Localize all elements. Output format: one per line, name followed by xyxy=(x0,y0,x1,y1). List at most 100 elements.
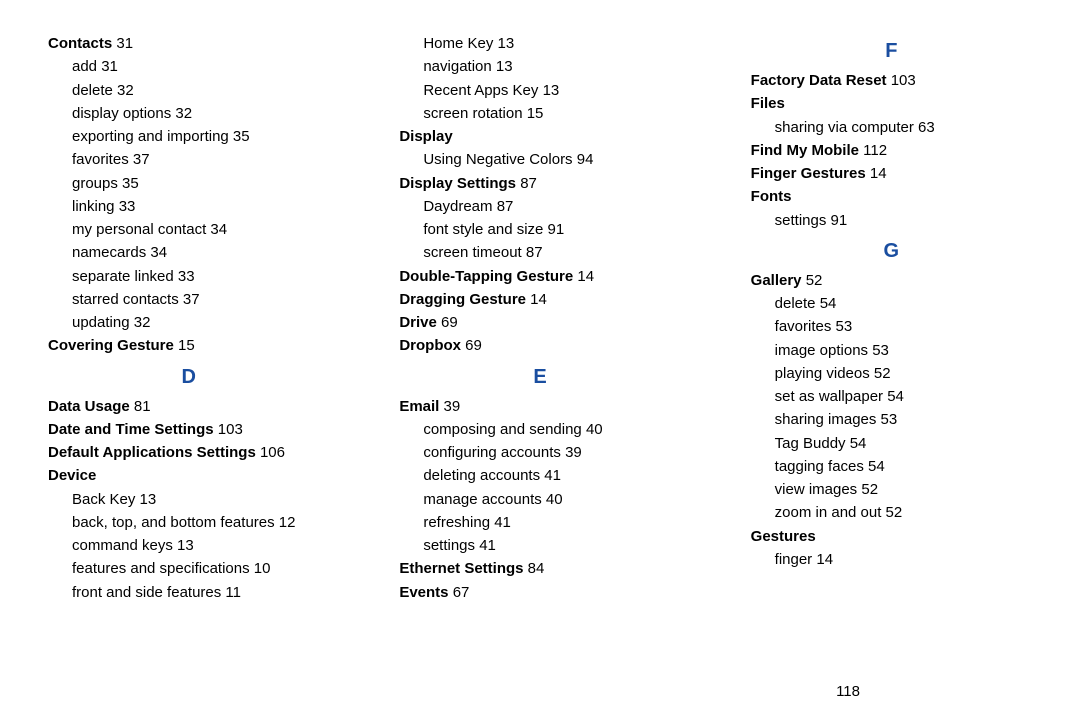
index-subentry: starred contacts 37 xyxy=(72,288,329,311)
index-subentry: namecards 34 xyxy=(72,241,329,264)
entry-page: 103 xyxy=(214,421,243,438)
index-subentry: refreshing 41 xyxy=(423,511,680,534)
entry-page: 69 xyxy=(461,337,482,354)
entry-term: Find My Mobile xyxy=(751,142,859,159)
section-letter: F xyxy=(751,36,1032,67)
entry-term: Display Settings xyxy=(399,175,516,192)
index-subentry: front and side features 11 xyxy=(72,581,329,604)
index-subentry: features and specifications 10 xyxy=(72,557,329,580)
index-subentry: set as wallpaper 54 xyxy=(775,385,1032,408)
entry-page: 112 xyxy=(859,142,887,159)
entry-term: Drive xyxy=(399,314,437,331)
index-subentry: delete 54 xyxy=(775,292,1032,315)
index-entry: Files xyxy=(751,92,1032,115)
index-subentry: delete 32 xyxy=(72,79,329,102)
entry-page: 31 xyxy=(112,35,133,52)
index-subentry: Daydream 87 xyxy=(423,195,680,218)
entry-page: 81 xyxy=(130,398,151,415)
index-entry: Fonts xyxy=(751,185,1032,208)
entry-page: 103 xyxy=(887,72,916,89)
index-subentry: image options 53 xyxy=(775,339,1032,362)
entry-term: Gestures xyxy=(751,528,816,545)
entry-term: Data Usage xyxy=(48,398,130,415)
index-entry: Default Applications Settings 106 xyxy=(48,441,329,464)
entry-term: Gallery xyxy=(751,272,802,289)
entry-term: Covering Gesture xyxy=(48,337,174,354)
section-letter: E xyxy=(399,362,680,393)
entry-term: Double-Tapping Gesture xyxy=(399,268,573,285)
entry-term: Events xyxy=(399,584,448,601)
entry-term: Fonts xyxy=(751,188,792,205)
index-subentry: Using Negative Colors 94 xyxy=(423,148,680,171)
index-subentry: groups 35 xyxy=(72,172,329,195)
index-entry: Covering Gesture 15 xyxy=(48,334,329,357)
index-subentry: manage accounts 40 xyxy=(423,488,680,511)
index-entry: Gestures xyxy=(751,525,1032,548)
index-subentry: font style and size 91 xyxy=(423,218,680,241)
index-subentry: settings 41 xyxy=(423,534,680,557)
index-entry: Date and Time Settings 103 xyxy=(48,418,329,441)
index-entry: Dragging Gesture 14 xyxy=(399,288,680,311)
entry-term: Files xyxy=(751,95,785,112)
index-entry: Gallery 52 xyxy=(751,269,1032,292)
index-entry: Events 67 xyxy=(399,581,680,604)
index-entry: Display xyxy=(399,125,680,148)
index-subentry: add 31 xyxy=(72,55,329,78)
column-3: F Factory Data Reset 103 Files sharing via … xyxy=(751,32,1032,604)
index-subentry: favorites 37 xyxy=(72,148,329,171)
index-subentry: display options 32 xyxy=(72,102,329,125)
index-entry: Find My Mobile 112 xyxy=(751,139,1032,162)
entry-page: 14 xyxy=(573,268,594,285)
section-letter: G xyxy=(751,236,1032,267)
index-entry: Email 39 xyxy=(399,395,680,418)
index-subentry: zoom in and out 52 xyxy=(775,501,1032,524)
entry-page: 106 xyxy=(256,444,285,461)
entry-term: Email xyxy=(399,398,439,415)
index-subentry: sharing via computer 63 xyxy=(775,116,1032,139)
entry-page: 84 xyxy=(524,560,545,577)
entry-page: 69 xyxy=(437,314,458,331)
index-subentry: Tag Buddy 54 xyxy=(775,432,1032,455)
index-subentry: linking 33 xyxy=(72,195,329,218)
entry-page: 15 xyxy=(174,337,195,354)
index-subentry: configuring accounts 39 xyxy=(423,441,680,464)
index-entry: Contacts 31 xyxy=(48,32,329,55)
index-entry: Double-Tapping Gesture 14 xyxy=(399,265,680,288)
index-subentry: updating 32 xyxy=(72,311,329,334)
entry-term: Ethernet Settings xyxy=(399,560,523,577)
entry-page: 14 xyxy=(526,291,547,308)
index-subentry: favorites 53 xyxy=(775,315,1032,338)
entry-term: Dragging Gesture xyxy=(399,291,526,308)
index-subentry: sharing images 53 xyxy=(775,408,1032,431)
entry-term: Date and Time Settings xyxy=(48,421,214,438)
entry-term: Dropbox xyxy=(399,337,461,354)
entry-page: 67 xyxy=(449,584,470,601)
entry-term: Finger Gestures xyxy=(751,165,866,182)
index-subentry: screen rotation 15 xyxy=(423,102,680,125)
index-subentry: command keys 13 xyxy=(72,534,329,557)
index-subentry: Back Key 13 xyxy=(72,488,329,511)
index-entry: Finger Gestures 14 xyxy=(751,162,1032,185)
entry-page: 87 xyxy=(516,175,537,192)
index-entry: Dropbox 69 xyxy=(399,334,680,357)
entry-term: Factory Data Reset xyxy=(751,72,887,89)
page-number: 118 xyxy=(836,683,860,700)
index-subentry: playing videos 52 xyxy=(775,362,1032,385)
index-subentry: Recent Apps Key 13 xyxy=(423,79,680,102)
entry-term: Default Applications Settings xyxy=(48,444,256,461)
column-2: Home Key 13navigation 13Recent Apps Key … xyxy=(399,32,680,604)
index-entry: Ethernet Settings 84 xyxy=(399,557,680,580)
index-subentry: my personal contact 34 xyxy=(72,218,329,241)
section-letter: D xyxy=(48,362,329,393)
index-subentry: screen timeout 87 xyxy=(423,241,680,264)
entry-page: 39 xyxy=(439,398,460,415)
index-entry: Display Settings 87 xyxy=(399,172,680,195)
index-columns: Contacts 31add 31delete 32display option… xyxy=(48,32,1032,604)
entry-term: Contacts xyxy=(48,35,112,52)
index-subentry: finger 14 xyxy=(775,548,1032,571)
index-entry: Drive 69 xyxy=(399,311,680,334)
entry-page: 52 xyxy=(802,272,823,289)
index-entry: Data Usage 81 xyxy=(48,395,329,418)
index-subentry: back, top, and bottom features 12 xyxy=(72,511,329,534)
index-subentry: deleting accounts 41 xyxy=(423,464,680,487)
